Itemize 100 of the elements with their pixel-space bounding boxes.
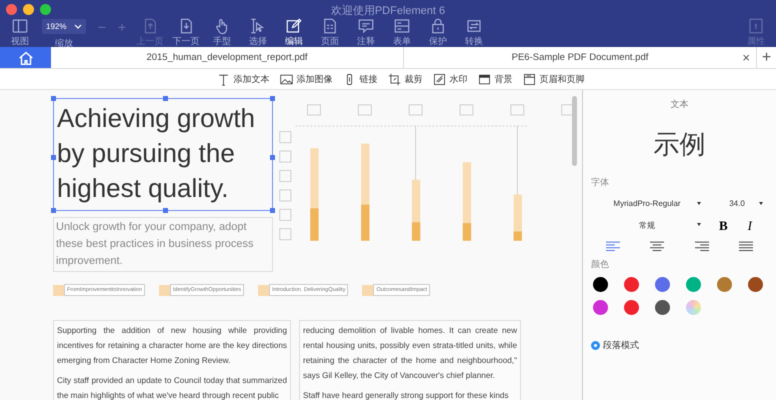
radio-icon bbox=[591, 341, 600, 350]
convert-arrows-icon bbox=[465, 17, 483, 35]
chart-bar-segment bbox=[412, 222, 420, 241]
minimize-window-button[interactable] bbox=[23, 4, 34, 15]
tag-icon bbox=[258, 284, 270, 296]
section-label: 字体 bbox=[591, 176, 610, 189]
font-size-dropdown[interactable]: 34.0 bbox=[709, 195, 765, 212]
comment-icon bbox=[357, 17, 375, 35]
resize-handle[interactable] bbox=[51, 208, 56, 213]
toolbar-button[interactable]: 页面 bbox=[312, 17, 348, 47]
color-swatch[interactable] bbox=[593, 277, 608, 292]
italic-button[interactable]: I bbox=[744, 218, 756, 234]
align-left-icon[interactable] bbox=[606, 241, 620, 252]
resize-handle[interactable] bbox=[51, 96, 56, 101]
page-icon bbox=[321, 17, 339, 35]
color-swatch[interactable] bbox=[686, 277, 701, 292]
font-preview-text: 示例 bbox=[652, 128, 706, 161]
toolbar-button[interactable]: 下一页 bbox=[168, 17, 204, 47]
axis-label-frame bbox=[279, 170, 292, 182]
body-paragraph: City staff provided an update to Council today that summarized the main highlights of what we've heard through recent public bbox=[57, 375, 287, 400]
font-style-dropdown[interactable]: 常规 bbox=[591, 216, 703, 235]
subheading-text: Unlock growth for your company, adopt these best practices in business process improvement. bbox=[53, 217, 273, 272]
heading-text: Achieving growth by pursuing the highest quality. bbox=[57, 102, 256, 205]
color-swatch[interactable] bbox=[655, 277, 670, 292]
color-swatch[interactable] bbox=[624, 300, 639, 315]
zoom-dropdown[interactable]: 192% bbox=[42, 19, 86, 34]
image-icon bbox=[280, 72, 292, 86]
resize-handle[interactable] bbox=[51, 154, 56, 160]
toolbar-button[interactable]: 保护 bbox=[420, 17, 456, 47]
close-tab-button[interactable]: × bbox=[742, 50, 750, 65]
axis-label-frame bbox=[279, 228, 292, 240]
axis-label-frame bbox=[279, 208, 292, 221]
toolbar-button[interactable]: 编辑 bbox=[276, 17, 312, 47]
color-swatch[interactable] bbox=[717, 277, 732, 292]
caret-icon bbox=[697, 223, 701, 226]
panel-icon bbox=[747, 17, 765, 35]
scrollbar-thumb[interactable] bbox=[572, 96, 577, 166]
window-title: 欢迎使用PDFelement 6 bbox=[330, 4, 446, 17]
bold-button[interactable]: B bbox=[715, 218, 732, 234]
header-footer-icon bbox=[522, 72, 536, 86]
selected-text-box[interactable]: Achieving growth by pursuing the highest quality. bbox=[53, 98, 273, 211]
resize-handle[interactable] bbox=[270, 208, 275, 213]
axis-label-frame bbox=[358, 104, 372, 116]
color-swatch[interactable] bbox=[748, 277, 763, 292]
pencil-square-icon bbox=[285, 17, 303, 35]
tag-icon bbox=[362, 284, 374, 296]
resize-handle[interactable] bbox=[270, 154, 275, 160]
toolbar-button[interactable]: 转换 bbox=[456, 17, 492, 47]
resize-handle[interactable] bbox=[162, 208, 168, 213]
toolbar-button[interactable]: 手型 bbox=[204, 17, 240, 47]
color-swatch[interactable] bbox=[624, 277, 639, 292]
toolbar-label: 缩放 bbox=[55, 37, 73, 50]
watermark-icon bbox=[432, 72, 446, 86]
axis-label-frame bbox=[279, 131, 292, 144]
toolbar-button[interactable]: 注释 bbox=[348, 17, 384, 47]
resize-handle[interactable] bbox=[162, 96, 168, 101]
chart-bar-segment bbox=[361, 204, 370, 241]
tag-icon bbox=[53, 284, 64, 296]
color-swatch[interactable] bbox=[655, 300, 670, 315]
edit-tool-button[interactable]: 添加文本 bbox=[216, 72, 270, 86]
font-dropdown[interactable]: MyriadPro-Regular bbox=[591, 195, 703, 212]
axis-label-frame bbox=[307, 104, 321, 116]
body-paragraph: reducing demolition of livable homes. It can create new rental housing units, possibly even strata-titled units, while retaining the character of the home and neighbourhood," says Gil Kelley, the City of Vancouver's chief planner. bbox=[303, 325, 517, 382]
align-center-icon[interactable] bbox=[650, 241, 664, 252]
caret-icon bbox=[697, 202, 701, 205]
sidebar-icon bbox=[11, 17, 29, 35]
edit-tool-button[interactable]: 添加图像 bbox=[280, 72, 332, 86]
axis-label-frame bbox=[408, 104, 422, 116]
chart-bar-segment bbox=[310, 208, 319, 241]
edit-tool-button[interactable]: 裁剪 bbox=[388, 72, 422, 86]
align-right-icon[interactable] bbox=[694, 241, 709, 252]
align-justify-icon[interactable] bbox=[738, 241, 753, 252]
panel-title: 文本 bbox=[670, 98, 690, 111]
toolbar-button[interactable]: 表单 bbox=[384, 17, 420, 47]
body-paragraph: Staff have heard generally strong support for these kinds bbox=[303, 390, 510, 400]
chart-bar-segment bbox=[462, 223, 472, 241]
axis-label-frame bbox=[279, 150, 292, 162]
form-icon bbox=[393, 17, 411, 35]
axis-label-frame bbox=[460, 104, 474, 116]
custom-color-swatch[interactable] bbox=[686, 300, 701, 315]
text-icon bbox=[216, 72, 230, 86]
edit-tool-button[interactable]: 链接 bbox=[342, 72, 378, 86]
edit-tool-button[interactable]: 水印 bbox=[432, 72, 468, 86]
toolbar-button[interactable]: 选择 bbox=[240, 17, 276, 47]
caret-icon bbox=[759, 202, 763, 205]
zoom-window-button[interactable] bbox=[40, 4, 51, 15]
chart-bar-segment bbox=[514, 231, 522, 241]
section-label: 颜色 bbox=[591, 258, 610, 271]
chevron-icon bbox=[74, 24, 82, 29]
color-swatch[interactable] bbox=[593, 300, 608, 315]
paragraph-mode-radio[interactable]: 段落模式 bbox=[591, 339, 768, 352]
cursor-icon bbox=[249, 17, 267, 35]
edit-tool-button[interactable]: 页眉和页脚 bbox=[522, 72, 584, 86]
axis-label-frame bbox=[510, 104, 524, 116]
background-icon bbox=[478, 72, 490, 86]
resize-handle[interactable] bbox=[270, 96, 275, 101]
edit-tool-button[interactable]: 背景 bbox=[478, 72, 512, 86]
toolbar-button[interactable]: 视图 bbox=[2, 17, 38, 47]
home-tab[interactable] bbox=[0, 47, 51, 68]
close-window-button[interactable] bbox=[6, 4, 17, 15]
